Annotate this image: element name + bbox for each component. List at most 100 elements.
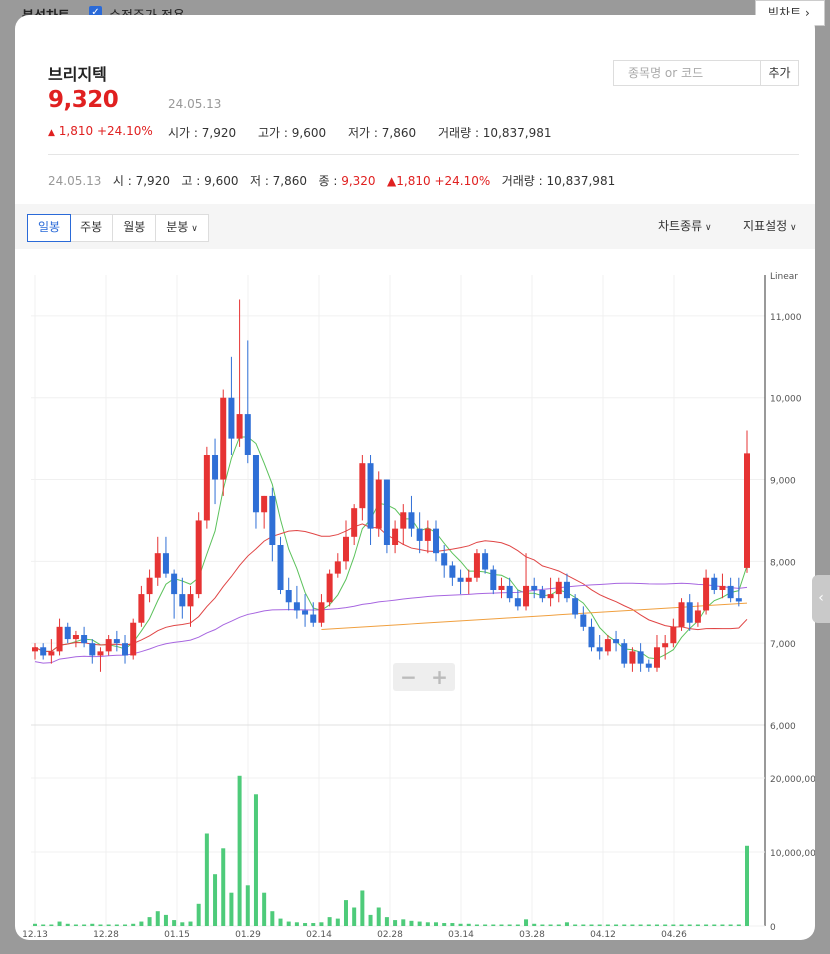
volume-bar bbox=[401, 919, 406, 926]
volume-bar bbox=[90, 923, 95, 926]
volume-bar bbox=[646, 924, 651, 926]
volume-bar bbox=[286, 921, 291, 926]
chevron-down-icon: ∨ bbox=[702, 223, 712, 233]
candle-body bbox=[89, 643, 96, 656]
ohlc-summary: 24.05.13 시 : 7,920 고 : 9,600 저 : 7,860 종… bbox=[48, 174, 616, 188]
volume-bar bbox=[491, 924, 496, 926]
x-tick-label: 04.12 bbox=[590, 930, 616, 940]
chevron-left-icon[interactable]: ‹ bbox=[812, 575, 830, 623]
candle-body bbox=[670, 626, 677, 644]
open-stat: 시가 : 7,920 bbox=[168, 126, 237, 140]
volume-bar bbox=[605, 924, 610, 926]
candle-body bbox=[473, 553, 480, 578]
volume-bar bbox=[303, 923, 308, 926]
tab-daily[interactable]: 일봉 bbox=[27, 214, 72, 242]
candle-body bbox=[383, 479, 390, 545]
candle-body bbox=[588, 626, 595, 648]
volume-bar bbox=[172, 920, 177, 926]
chevron-down-icon: ∨ bbox=[787, 223, 797, 233]
candle-body bbox=[122, 643, 129, 656]
volume-bar bbox=[253, 794, 258, 926]
candle-body bbox=[375, 479, 382, 529]
x-tick-label: 04.26 bbox=[661, 930, 687, 940]
candle-body bbox=[32, 647, 38, 652]
stock-chart[interactable]: 11,000 10,000 9,000 8,000 7,000 6,000 Linear 20… bbox=[15, 249, 815, 940]
volume-bar bbox=[73, 924, 78, 926]
price-date: 24.05.13 bbox=[168, 97, 222, 111]
scale-label: Linear bbox=[770, 272, 798, 282]
stock-search-input[interactable]: 종목명 or 코드 bbox=[613, 60, 761, 86]
high-label: 고가 bbox=[258, 126, 281, 140]
chart-modal: 브리지텍 9,320 24.05.13 ▲ 1,810 +24.10% 시가 :… bbox=[15, 15, 815, 940]
candle-body bbox=[490, 569, 497, 590]
candle-body bbox=[653, 647, 660, 668]
chart-type-dropdown[interactable]: 차트종류 ∨ bbox=[658, 217, 712, 234]
volume-bar bbox=[139, 921, 144, 926]
x-tick-label: 02.14 bbox=[306, 930, 332, 940]
candle-body bbox=[408, 512, 415, 529]
candle-body bbox=[334, 561, 341, 574]
volume-bar bbox=[33, 923, 37, 926]
volume-bar bbox=[335, 918, 340, 926]
tab-weekly[interactable]: 주봉 bbox=[70, 215, 114, 241]
zoom-out-button[interactable]: − bbox=[393, 663, 424, 691]
x-tick-label: 03.14 bbox=[448, 930, 474, 940]
change-value: 1,810 bbox=[58, 124, 94, 138]
open-value: 7,920 bbox=[201, 126, 237, 140]
candle-body bbox=[629, 651, 636, 664]
volume-stat: 거래량 : 10,837,981 bbox=[438, 126, 552, 140]
volume-bar bbox=[49, 924, 54, 926]
x-tick-label: 03.28 bbox=[519, 930, 545, 940]
candle-body bbox=[342, 536, 349, 562]
x-tick-label: 01.29 bbox=[235, 930, 261, 940]
volume-bar bbox=[278, 918, 283, 926]
volume-bar bbox=[294, 922, 299, 926]
candle-body bbox=[326, 573, 333, 603]
tab-minute[interactable]: 분봉 ∨ bbox=[156, 215, 208, 241]
volume-bar bbox=[188, 921, 193, 926]
indicator-settings-dropdown[interactable]: 지표설정 ∨ bbox=[743, 217, 797, 234]
volume-bar bbox=[679, 924, 684, 926]
candle-body bbox=[531, 585, 538, 590]
divider bbox=[48, 154, 799, 155]
candle-body bbox=[72, 635, 79, 640]
volume-tick-label: 20,000,000 bbox=[770, 775, 815, 785]
volume-bar bbox=[458, 923, 463, 926]
low-label: 저가 bbox=[348, 126, 371, 140]
candle-body bbox=[482, 553, 489, 570]
period-tabs: 일봉 주봉 월봉 분봉 ∨ bbox=[27, 214, 209, 242]
volume-bar bbox=[499, 924, 504, 926]
candle-body bbox=[277, 545, 284, 590]
zoom-in-button[interactable]: + bbox=[424, 663, 455, 691]
ohlc-change: ▲1,810 +24.10% bbox=[387, 174, 490, 188]
volume-bar bbox=[687, 924, 692, 926]
volume-bar bbox=[515, 924, 520, 926]
current-price: 9,320 bbox=[48, 87, 119, 113]
candle-body bbox=[318, 602, 325, 623]
candle-body bbox=[637, 651, 644, 664]
volume-bar bbox=[147, 917, 152, 926]
candle-body bbox=[744, 453, 750, 568]
add-button[interactable]: 추가 bbox=[761, 60, 799, 86]
volume-bar bbox=[630, 924, 635, 926]
candle-body bbox=[236, 414, 243, 439]
candle-body bbox=[441, 553, 448, 566]
candle-body bbox=[187, 594, 194, 607]
tab-monthly[interactable]: 월봉 bbox=[113, 215, 157, 241]
low-value: 7,860 bbox=[381, 126, 417, 140]
volume-bar bbox=[123, 924, 128, 926]
candle-body bbox=[694, 610, 701, 623]
ohlc-low: 7,860 bbox=[272, 174, 308, 188]
volume-bar bbox=[213, 874, 218, 926]
volume-tick-label: 0 bbox=[770, 923, 776, 933]
candle-body bbox=[146, 577, 153, 595]
volume-bar bbox=[745, 845, 749, 926]
volume-bar bbox=[417, 921, 422, 926]
volume-bar bbox=[524, 919, 529, 926]
candle-body bbox=[105, 639, 112, 652]
volume-bar bbox=[221, 848, 226, 926]
price-tick-label: 8,000 bbox=[770, 558, 796, 568]
volume-bar bbox=[131, 923, 136, 926]
volume-bar bbox=[65, 923, 70, 926]
volume-tick-label: 10,000,000 bbox=[770, 849, 815, 859]
